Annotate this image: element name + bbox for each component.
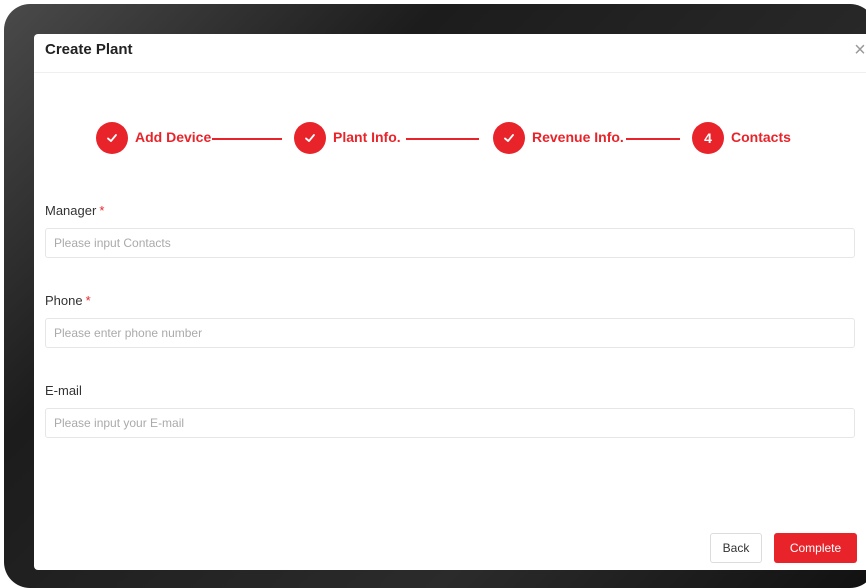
step-1-label: Add Device xyxy=(135,129,212,145)
tablet-bezel: Create Plant × Add Device Plant Info. Re… xyxy=(4,4,866,588)
modal-title: Create Plant xyxy=(45,41,133,58)
create-plant-modal: Create Plant × Add Device Plant Info. Re… xyxy=(34,34,866,570)
phone-label: Phone * xyxy=(45,293,91,308)
modal-header: Create Plant × xyxy=(34,34,866,73)
email-input[interactable] xyxy=(45,408,855,438)
phone-label-text: Phone xyxy=(45,293,83,308)
steps-progress: Add Device Plant Info. Revenue Info. 4 C… xyxy=(34,118,866,158)
manager-label-text: Manager xyxy=(45,203,97,218)
manager-required-mark: * xyxy=(99,203,105,218)
step-3-check-icon xyxy=(493,122,525,154)
complete-button[interactable]: Complete xyxy=(774,533,857,563)
manager-label: Manager * xyxy=(45,203,104,218)
back-button[interactable]: Back xyxy=(710,533,762,563)
step-4-number: 4 xyxy=(692,122,724,154)
phone-input[interactable] xyxy=(45,318,855,348)
phone-required-mark: * xyxy=(85,293,91,308)
email-label: E-mail xyxy=(45,383,82,398)
step-connector-2 xyxy=(406,138,479,140)
close-icon[interactable]: × xyxy=(850,40,866,60)
step-connector-1 xyxy=(212,138,282,140)
email-label-text: E-mail xyxy=(45,383,82,398)
step-2-label: Plant Info. xyxy=(333,129,401,145)
step-1-check-icon xyxy=(96,122,128,154)
step-3-label: Revenue Info. xyxy=(532,129,624,145)
step-4-label: Contacts xyxy=(731,129,791,145)
step-connector-3 xyxy=(626,138,680,140)
manager-input[interactable] xyxy=(45,228,855,258)
step-2-check-icon xyxy=(294,122,326,154)
modal-footer: Back Complete xyxy=(34,530,866,570)
